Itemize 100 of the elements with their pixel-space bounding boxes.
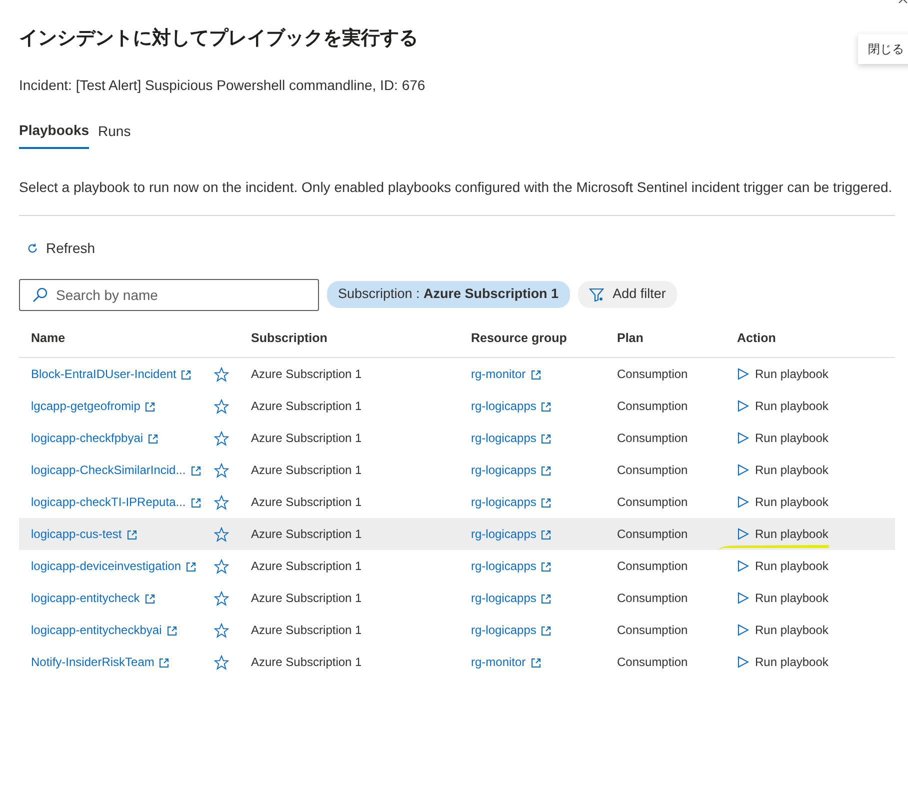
column-header: Plan: [605, 318, 725, 358]
run-playbook-button[interactable]: Run playbook: [737, 365, 828, 383]
refresh-icon: [27, 242, 38, 254]
playbook-link[interactable]: logicapp-checkfpbyai: [31, 430, 158, 445]
play-icon: [737, 400, 749, 412]
external-link-icon: [166, 626, 177, 636]
panel-title: インシデントに対してプレイブックを実行する: [19, 26, 418, 51]
external-link-icon: [541, 466, 552, 476]
star-icon[interactable]: [214, 399, 229, 414]
star-icon[interactable]: [214, 367, 229, 382]
play-icon: [737, 464, 749, 476]
playbook-link[interactable]: Notify-InsiderRiskTeam: [31, 654, 170, 669]
column-header: Name: [19, 318, 239, 358]
description-text: Select a playbook to run now on the incident. Only enabled playbooks configured with the Microsoft Sentinel incident trigger can be triggered.: [19, 176, 895, 216]
resource-group-link[interactable]: rg-logicapps: [471, 494, 552, 509]
plan-cell: Consumption: [605, 358, 725, 390]
refresh-button[interactable]: Refresh: [19, 234, 104, 262]
resource-group-link[interactable]: rg-logicapps: [471, 622, 552, 637]
search-icon: [32, 286, 48, 302]
column-header: Action: [725, 318, 895, 358]
subscription-cell: Azure Subscription 1: [239, 550, 459, 582]
plan-cell: Consumption: [605, 486, 725, 518]
column-header: Resource group: [459, 318, 605, 358]
run-playbook-button[interactable]: Run playbook: [737, 396, 828, 415]
external-link-icon: [541, 594, 552, 604]
run-playbook-button[interactable]: Run playbook: [737, 428, 828, 447]
playbook-link[interactable]: logicapp-deviceinvestigation: [31, 558, 196, 573]
star-icon[interactable]: [214, 655, 229, 670]
playbook-link[interactable]: Block-EntraIDUser-Incident: [31, 367, 192, 381]
external-link-icon: [541, 498, 552, 508]
external-link-icon: [530, 658, 541, 668]
external-link-icon: [145, 402, 156, 412]
external-link-icon: [541, 626, 552, 636]
play-icon: [737, 528, 749, 540]
play-icon: [737, 368, 749, 380]
external-link-icon: [181, 370, 192, 380]
play-icon: [737, 592, 749, 604]
plan-cell: Consumption: [605, 550, 725, 582]
star-icon[interactable]: [214, 463, 229, 478]
tab[interactable]: Playbooks: [19, 120, 90, 148]
run-playbook-button[interactable]: Run playbook: [737, 652, 828, 671]
resource-group-link[interactable]: rg-logicapps: [471, 558, 552, 573]
play-icon: [737, 656, 749, 668]
external-link-icon: [541, 562, 552, 572]
playbook-link[interactable]: logicapp-CheckSimilarIncid...: [31, 462, 201, 477]
run-playbook-button[interactable]: Run playbook: [737, 492, 828, 511]
plan-cell-text: Consumption: [616, 430, 689, 447]
subscription-cell-text: Azure Subscription 1: [250, 622, 363, 639]
subscription-cell-text: Azure Subscription 1: [250, 398, 363, 415]
star-icon[interactable]: [214, 623, 229, 638]
external-link-icon: [148, 434, 158, 444]
star-icon[interactable]: [214, 559, 229, 574]
run-playbook-button[interactable]: Run playbook: [737, 620, 828, 639]
play-icon: [737, 432, 749, 444]
subscription-cell-text: Azure Subscription 1: [250, 430, 363, 447]
external-link-icon: [541, 402, 552, 412]
play-icon: [737, 560, 749, 572]
resource-group-link[interactable]: rg-logicapps: [471, 462, 552, 477]
plan-cell: Consumption: [605, 518, 725, 550]
plan-cell-text: Consumption: [616, 590, 689, 607]
add-filter-button[interactable]: Add filter: [578, 281, 677, 308]
star-icon[interactable]: [214, 431, 229, 446]
tab[interactable]: Runs: [98, 120, 131, 148]
run-playbook-button[interactable]: Run playbook: [737, 460, 828, 479]
star-icon[interactable]: [214, 527, 229, 542]
subscription-cell: Azure Subscription 1: [239, 486, 459, 518]
filter-icon: [588, 288, 605, 302]
resource-group-link[interactable]: rg-logicapps: [471, 590, 552, 605]
playbook-link[interactable]: logicapp-entitycheck: [31, 590, 155, 605]
external-link-icon: [530, 370, 541, 380]
external-link-icon: [159, 658, 170, 668]
playbook-link[interactable]: lgcapp-getgeofromip: [31, 398, 156, 413]
subscription-cell: Azure Subscription 1: [239, 518, 459, 550]
external-link-icon: [144, 594, 155, 604]
external-link-icon: [541, 530, 552, 540]
resource-group-link[interactable]: rg-logicapps: [471, 398, 552, 413]
plan-cell-text: Consumption: [616, 398, 689, 415]
subscription-cell-text: Azure Subscription 1: [250, 590, 363, 607]
playbook-link[interactable]: logicapp-entitycheckbyai: [31, 622, 177, 637]
star-icon[interactable]: [214, 591, 229, 606]
external-link-icon: [190, 498, 201, 508]
subscription-cell-text: Azure Subscription 1: [250, 462, 363, 479]
search-field[interactable]: Search by name: [19, 278, 319, 310]
external-link-icon: [186, 562, 196, 572]
external-link-icon: [126, 530, 137, 540]
subscription-cell: Azure Subscription 1: [239, 358, 459, 390]
external-link-icon: [541, 434, 552, 444]
play-icon: [737, 624, 749, 636]
plan-cell-text: Consumption: [616, 462, 689, 479]
run-playbook-button[interactable]: Run playbook: [737, 588, 828, 607]
playbook-link[interactable]: logicapp-checkTI-IPReputa...: [31, 494, 201, 509]
run-playbook-button[interactable]: Run playbook: [737, 556, 828, 575]
subscription-filter-chip[interactable]: Subscription : Azure Subscription 1: [327, 281, 570, 308]
subscription-cell-text: Azure Subscription 1: [250, 654, 363, 671]
plan-cell-text: Consumption: [616, 622, 689, 639]
play-icon: [737, 496, 749, 508]
resource-group-link[interactable]: rg-logicapps: [471, 430, 552, 445]
star-icon[interactable]: [214, 495, 229, 510]
resource-group-link[interactable]: rg-monitor: [471, 367, 541, 381]
resource-group-link[interactable]: rg-monitor: [471, 654, 541, 669]
